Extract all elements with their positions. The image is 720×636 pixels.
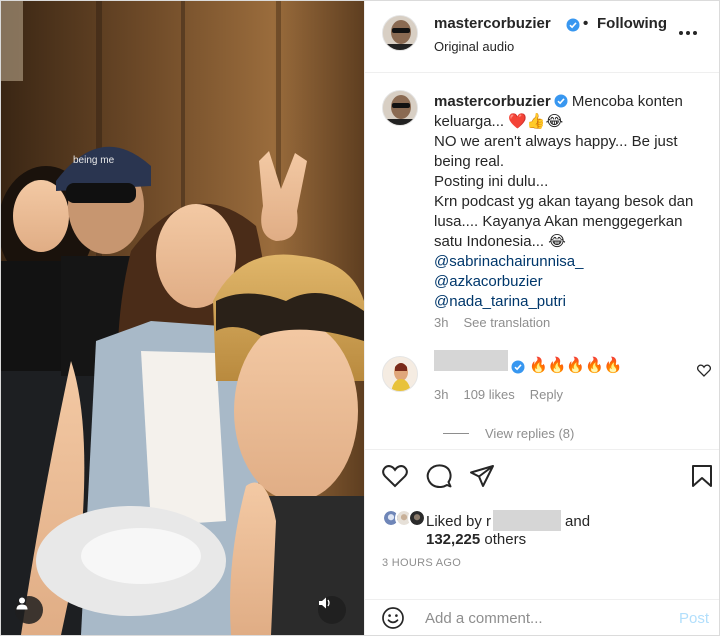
comment-like-heart-icon[interactable] xyxy=(697,364,711,377)
more-dot-icon xyxy=(686,31,690,35)
post-timestamp[interactable]: 3 HOURS AGO xyxy=(382,557,461,569)
comment-text: 🔥🔥🔥🔥🔥 xyxy=(529,357,623,374)
liked-by-text: Liked by r and xyxy=(426,510,590,531)
user-icon xyxy=(16,597,28,610)
post-comment-button[interactable]: Post xyxy=(679,610,709,627)
original-audio-link[interactable]: Original audio xyxy=(434,39,514,54)
caption-username[interactable]: mastercorbuzier xyxy=(434,93,551,110)
caption-author-avatar[interactable] xyxy=(382,90,418,126)
svg-text:being me: being me xyxy=(73,155,115,166)
see-translation-button[interactable]: See translation xyxy=(463,315,550,330)
author-avatar[interactable] xyxy=(382,15,418,51)
comment-likes-count[interactable]: 109 likes xyxy=(463,387,514,402)
following-button[interactable]: Following xyxy=(597,15,667,32)
verified-badge-icon xyxy=(511,360,525,374)
selfie-photo-illustration: being me xyxy=(1,1,364,635)
view-replies-button[interactable]: View replies (8) xyxy=(443,426,574,441)
liked-by-prefix: Liked by xyxy=(426,513,482,530)
caption-emojis-1: ❤️👍😂 xyxy=(508,113,564,130)
liked-by-and: and xyxy=(565,513,591,530)
liked-by-username-fragment[interactable]: r xyxy=(486,513,491,530)
comments-section: mastercorbuzier Mencoba konten keluarga.… xyxy=(365,74,719,449)
caption-line-3: Posting ini dulu... xyxy=(434,173,549,190)
more-options-button[interactable] xyxy=(677,23,699,43)
caption-emoji-4: 😂 xyxy=(548,233,566,250)
add-comment-input[interactable] xyxy=(425,607,665,629)
view-replies-label: View replies (8) xyxy=(485,426,575,441)
verified-badge-icon xyxy=(554,94,568,108)
header-separator: • xyxy=(583,15,589,32)
comment-meta: 3h 109 likes Reply xyxy=(434,387,563,402)
more-dot-icon xyxy=(679,31,683,35)
commenter-avatar-image xyxy=(383,357,417,391)
liker-avatar xyxy=(408,509,426,527)
tagged-users-button[interactable] xyxy=(15,596,43,624)
post-caption: mastercorbuzier Mencoba konten keluarga.… xyxy=(434,92,704,312)
post-side-panel: mastercorbuzier • Following Original aud… xyxy=(364,1,719,635)
likes-count: 132,225 xyxy=(426,531,481,548)
mention-link[interactable]: @azkacorbuzier xyxy=(434,272,704,292)
speaker-icon xyxy=(319,597,330,609)
author-username[interactable]: mastercorbuzier xyxy=(434,15,551,32)
mention-link[interactable]: @sabrinachairunnisa_ xyxy=(434,252,704,272)
post-header: mastercorbuzier • Following Original aud… xyxy=(365,1,719,73)
verified-badge-icon xyxy=(566,18,580,32)
audio-toggle-button[interactable] xyxy=(318,596,346,624)
instagram-post-window: being me mastercorbuzier • Following Ori… xyxy=(0,0,720,636)
save-bookmark-icon[interactable] xyxy=(691,464,713,488)
emoji-picker-icon[interactable] xyxy=(382,607,404,629)
post-photo[interactable]: being me xyxy=(1,1,364,635)
more-dot-icon xyxy=(693,31,697,35)
caption-time: 3h xyxy=(434,315,449,330)
liked-by-avatars[interactable] xyxy=(382,509,426,527)
author-avatar-image xyxy=(383,16,417,50)
share-paper-plane-icon[interactable] xyxy=(469,464,495,488)
caption-line-2: NO we aren't always happy... Be just bei… xyxy=(434,133,678,170)
likes-count-link[interactable]: 132,225 others xyxy=(426,531,526,548)
reply-button[interactable]: Reply xyxy=(530,387,563,402)
redacted-commenter-username[interactable] xyxy=(434,350,508,371)
mention-link[interactable]: @nada_tarina_putri xyxy=(434,292,704,312)
comment-time: 3h xyxy=(434,387,449,402)
replies-divider xyxy=(443,433,469,434)
caption-meta: 3h See translation xyxy=(434,315,550,330)
post-actions: Liked by r and 132,225 others 3 HOURS AGO xyxy=(365,449,719,599)
author-avatar-image xyxy=(383,91,417,125)
comment-composer: Post xyxy=(365,599,719,635)
likes-others-label: others xyxy=(484,531,527,548)
redacted-liker-username[interactable] xyxy=(493,510,562,531)
commenter-avatar[interactable] xyxy=(382,356,418,392)
comment-bubble-icon[interactable] xyxy=(426,464,452,489)
like-heart-icon[interactable] xyxy=(382,464,408,488)
